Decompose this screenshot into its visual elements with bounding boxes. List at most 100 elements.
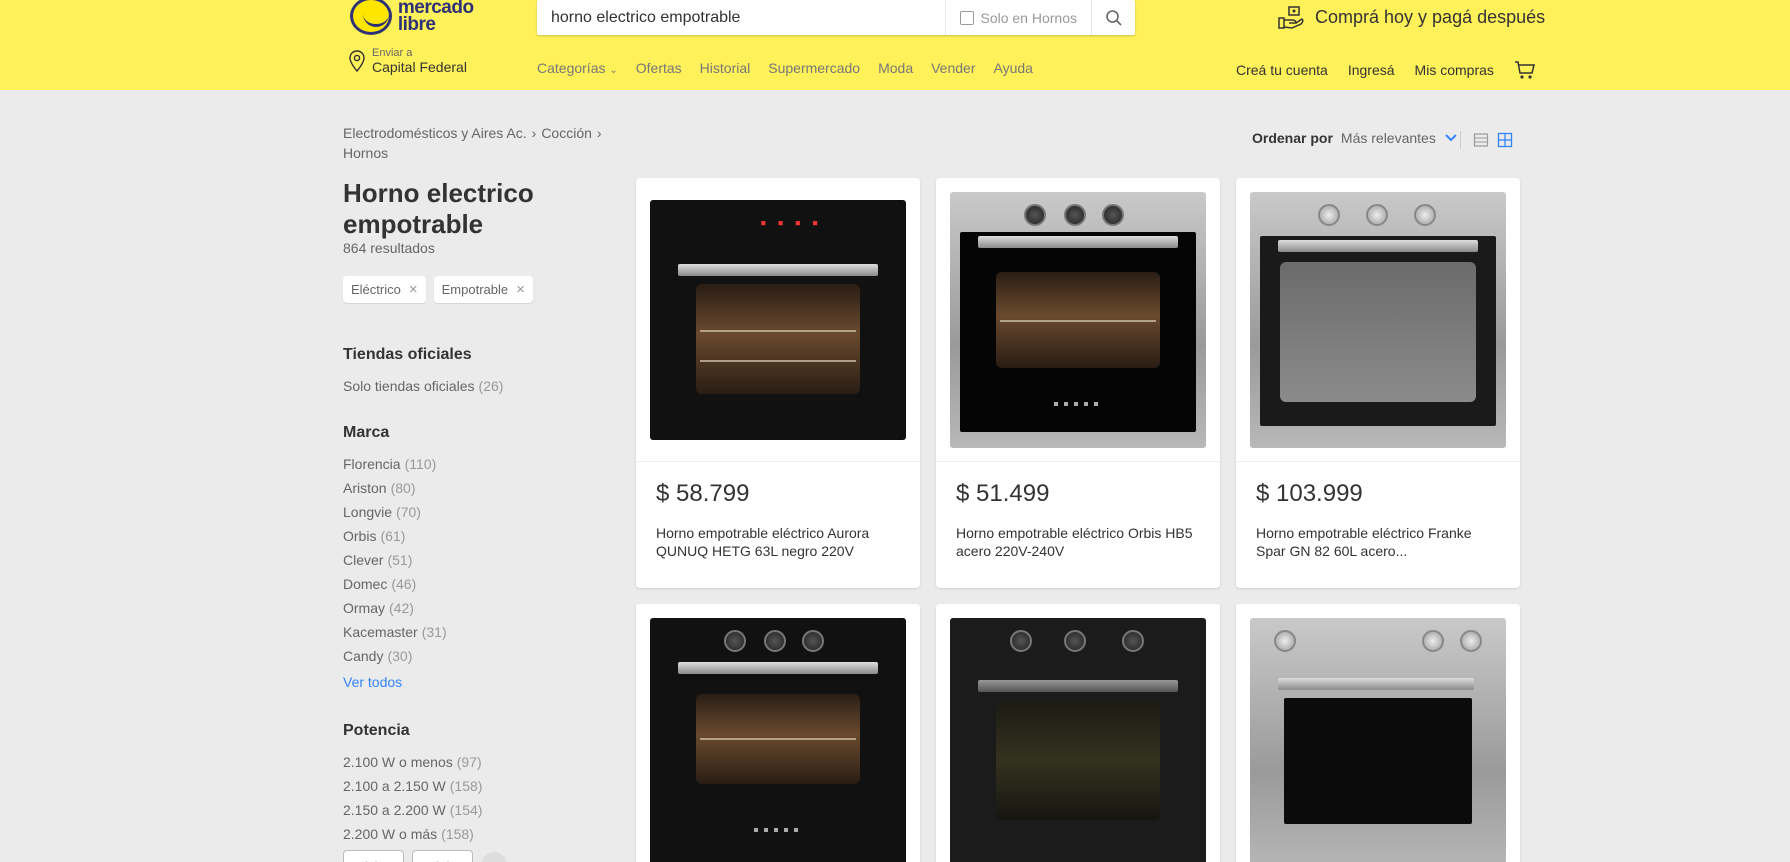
filter-option[interactable]: Florencia (110) xyxy=(343,452,447,476)
filter-option[interactable]: Domec (46) xyxy=(343,572,447,596)
oven-display: ▪ ▪ ▪ ▪ xyxy=(760,216,821,229)
hand-money-icon xyxy=(1278,6,1304,29)
filter-option[interactable]: Solo tiendas oficiales (26) xyxy=(343,374,503,398)
nav-fashion[interactable]: Moda xyxy=(878,60,913,76)
oven-image xyxy=(950,192,1206,448)
breadcrumb-item[interactable]: Hornos xyxy=(343,145,388,161)
delivery-location[interactable]: Enviar a Capital Federal xyxy=(348,47,467,75)
oven-indicators xyxy=(754,828,802,832)
filter-option[interactable]: Candy (30) xyxy=(343,644,447,668)
official-stores-filter: Tiendas oficiales Solo tiendas oficiales… xyxy=(343,346,503,398)
product-card[interactable] xyxy=(636,604,920,862)
oven-image xyxy=(1250,192,1506,448)
product-card[interactable]: $ 51.499 Horno empotrable eléctrico Orbi… xyxy=(936,178,1220,588)
my-purchases-link[interactable]: Mis compras xyxy=(1415,62,1494,78)
nav-offers[interactable]: Ofertas xyxy=(636,60,682,76)
close-icon[interactable]: × xyxy=(516,281,525,298)
login-link[interactable]: Ingresá xyxy=(1348,62,1395,78)
mercadolibre-logo[interactable]: mercado libre xyxy=(350,0,490,36)
oven-rack xyxy=(700,738,856,740)
sort-control[interactable]: Ordenar por Más relevantes xyxy=(1252,130,1458,146)
product-price: $ 51.499 xyxy=(956,480,1050,507)
search-bar: Solo en Hornos xyxy=(537,0,1135,35)
create-account-link[interactable]: Creá tu cuenta xyxy=(1236,62,1328,78)
oven-knob xyxy=(1122,630,1144,652)
oven-knob xyxy=(724,630,746,652)
oven-knob xyxy=(1010,630,1032,652)
product-card[interactable]: ▪ ▪ ▪ ▪ $ 58.799 Horno empotrable eléctr… xyxy=(636,178,920,588)
oven-handle xyxy=(678,264,878,276)
oven-knob xyxy=(1064,204,1086,226)
breadcrumb: Electrodomésticos y Aires Ac. › Cocción › H… xyxy=(343,123,623,163)
category-filter-checkbox[interactable] xyxy=(960,10,975,25)
oven-knob xyxy=(1024,204,1046,226)
grid-view-icon[interactable] xyxy=(1497,132,1513,148)
oven-handle xyxy=(978,680,1178,692)
breadcrumb-item[interactable]: Cocción xyxy=(541,125,592,141)
product-card[interactable] xyxy=(936,604,1220,862)
product-card[interactable]: $ 103.999 Horno empotrable eléctrico Fra… xyxy=(1236,178,1520,588)
filter-option[interactable]: Clever (51) xyxy=(343,548,447,572)
apply-range-button[interactable] xyxy=(481,852,507,862)
breadcrumb-item[interactable]: Electrodomésticos y Aires Ac. xyxy=(343,125,527,141)
filter-chip[interactable]: Eléctrico × xyxy=(343,276,426,303)
results-count: 864 resultados xyxy=(343,240,435,256)
oven-knob xyxy=(1366,204,1388,226)
product-title[interactable]: Horno empotrable eléctrico Aurora QUNUQ … xyxy=(656,524,904,560)
filter-option[interactable]: Orbis (61) xyxy=(343,524,447,548)
product-image[interactable] xyxy=(1236,178,1520,462)
filter-option[interactable]: 2.100 a 2.150 W (158) xyxy=(343,774,507,798)
promo-banner[interactable]: Comprá hoy y pagá después xyxy=(1277,4,1545,30)
nav-supermarket[interactable]: Supermercado xyxy=(768,60,860,76)
search-button[interactable] xyxy=(1091,0,1135,35)
product-card[interactable] xyxy=(1236,604,1520,862)
filter-option[interactable]: 2.200 W o más (158) xyxy=(343,822,507,846)
oven-window xyxy=(1280,262,1476,402)
filter-option[interactable]: 2.100 W o menos (97) xyxy=(343,750,507,774)
filter-option[interactable]: Ormay (42) xyxy=(343,596,447,620)
filter-option[interactable]: Longvie (70) xyxy=(343,500,447,524)
oven-knob xyxy=(764,630,786,652)
oven-knob xyxy=(1064,630,1086,652)
max-power-input[interactable]: Máximo xyxy=(412,850,473,862)
oven-window xyxy=(996,700,1160,820)
filter-heading: Potencia xyxy=(343,722,410,739)
nav-sell[interactable]: Vender xyxy=(931,60,975,76)
power-filter: Potencia 2.100 W o menos (97) 2.100 a 2.1… xyxy=(343,722,507,862)
handshake-logo-icon xyxy=(350,0,392,35)
filter-option[interactable]: Ariston (80) xyxy=(343,476,447,500)
main-nav: Categorías ⌄ Ofertas Historial Supermerc… xyxy=(537,60,1033,76)
sort-value: Más relevantes xyxy=(1340,130,1436,146)
product-title[interactable]: Horno empotrable eléctrico Franke Spar G… xyxy=(1256,524,1504,560)
search-icon xyxy=(1105,9,1122,26)
filter-option[interactable]: Kacemaster (31) xyxy=(343,620,447,644)
nav-help[interactable]: Ayuda xyxy=(993,60,1032,76)
cart-icon[interactable] xyxy=(1514,60,1536,80)
product-price: $ 58.799 xyxy=(656,480,750,507)
oven-knob xyxy=(1102,204,1124,226)
list-view-icon[interactable] xyxy=(1473,132,1489,148)
chevron-right-icon: › xyxy=(596,125,602,141)
oven-handle xyxy=(1278,678,1474,690)
product-title[interactable]: Horno empotrable eléctrico Orbis HB5 ace… xyxy=(956,524,1204,560)
min-power-input[interactable]: Mínimo xyxy=(343,850,404,862)
product-image[interactable]: ▪ ▪ ▪ ▪ xyxy=(636,178,920,462)
filter-chip[interactable]: Empotrable × xyxy=(433,276,533,303)
filter-option[interactable]: 2.150 a 2.200 W (154) xyxy=(343,798,507,822)
filter-heading: Tiendas oficiales xyxy=(343,346,472,363)
oven-handle xyxy=(978,236,1178,248)
product-image[interactable] xyxy=(636,604,920,862)
see-all-brands-link[interactable]: Ver todos xyxy=(343,670,447,694)
oven-knob xyxy=(1318,204,1340,226)
product-image[interactable] xyxy=(936,604,1220,862)
category-filter[interactable]: Solo en Hornos xyxy=(945,0,1091,35)
user-nav: Creá tu cuenta Ingresá Mis compras xyxy=(1236,60,1536,80)
nav-history[interactable]: Historial xyxy=(700,60,751,76)
close-icon[interactable]: × xyxy=(409,281,418,298)
nav-categories[interactable]: Categorías ⌄ xyxy=(537,60,618,76)
product-image[interactable] xyxy=(1236,604,1520,862)
search-input[interactable] xyxy=(537,0,946,35)
product-image[interactable] xyxy=(936,178,1220,462)
sort-label: Ordenar por xyxy=(1252,130,1333,146)
oven-rack xyxy=(1000,320,1156,322)
